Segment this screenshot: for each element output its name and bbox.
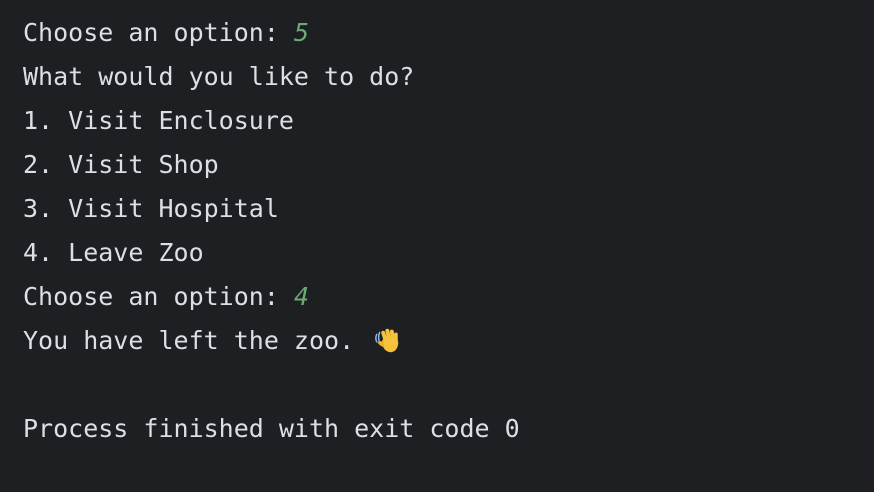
console-output: Choose an option: 5 What would you like … (23, 11, 874, 451)
exit-status: Process finished with exit code 0 (23, 414, 520, 443)
prompt-text: Choose an option: (23, 282, 294, 311)
user-input-value: 4 (293, 282, 309, 311)
waving-hand-icon (375, 328, 399, 353)
menu-item: 1. Visit Enclosure (23, 106, 294, 135)
menu-item: 4. Leave Zoo (23, 238, 204, 267)
console-line: Choose an option: 4 (23, 275, 874, 319)
console-line: You have left the zoo. (23, 319, 874, 363)
user-input-value: 5 (293, 18, 309, 47)
menu-item: 3. Visit Hospital (23, 194, 279, 223)
message-text: You have left the zoo. (23, 326, 370, 355)
prompt-text: Choose an option: (23, 18, 294, 47)
console-line: What would you like to do? (23, 62, 415, 91)
console-line: Choose an option: 5 (23, 11, 874, 55)
menu-item: 2. Visit Shop (23, 150, 219, 179)
